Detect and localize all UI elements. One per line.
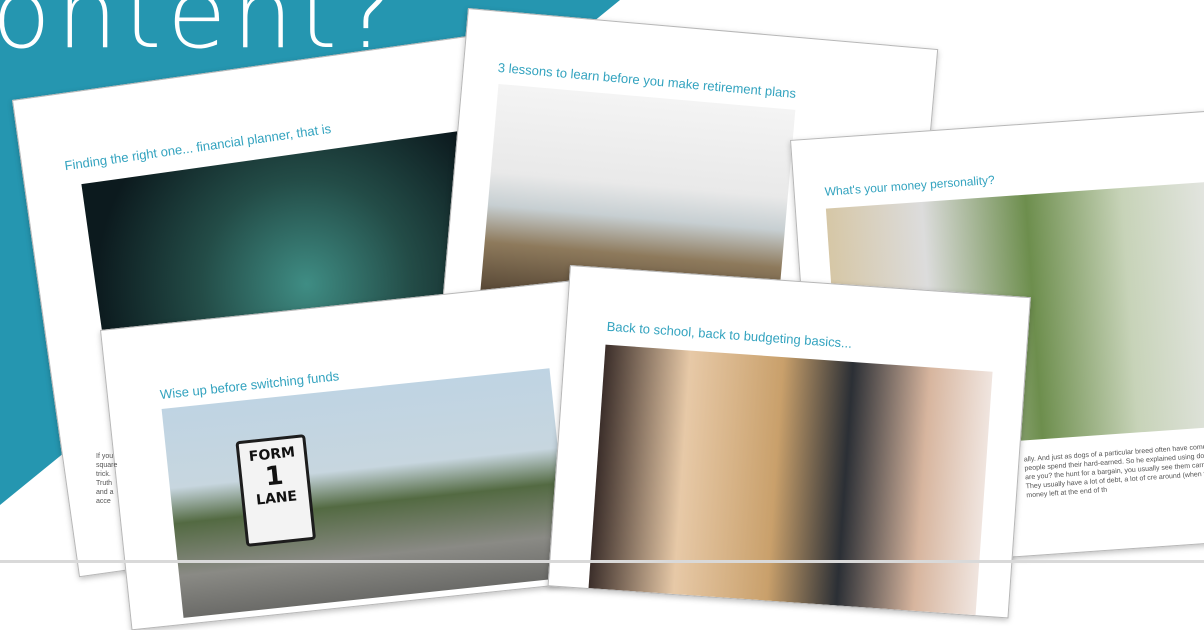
- card-title: What's your money personality?: [824, 172, 996, 199]
- article-card-switching-funds[interactable]: Wise up before switching funds FORM 1 LA…: [100, 280, 601, 630]
- article-card-back-to-school[interactable]: Back to school, back to budgeting basics…: [547, 265, 1031, 619]
- planner-card-text-snippet: If you square trick. Truth and a acce: [96, 453, 118, 505]
- card-body-text: ally. And just as dogs of a particular b…: [1023, 442, 1204, 500]
- road-sign: FORM 1 LANE: [235, 434, 317, 547]
- card-title: Back to school, back to budgeting basics…: [606, 318, 853, 351]
- children-photo: [588, 344, 993, 616]
- road-photo: FORM 1 LANE: [161, 368, 572, 618]
